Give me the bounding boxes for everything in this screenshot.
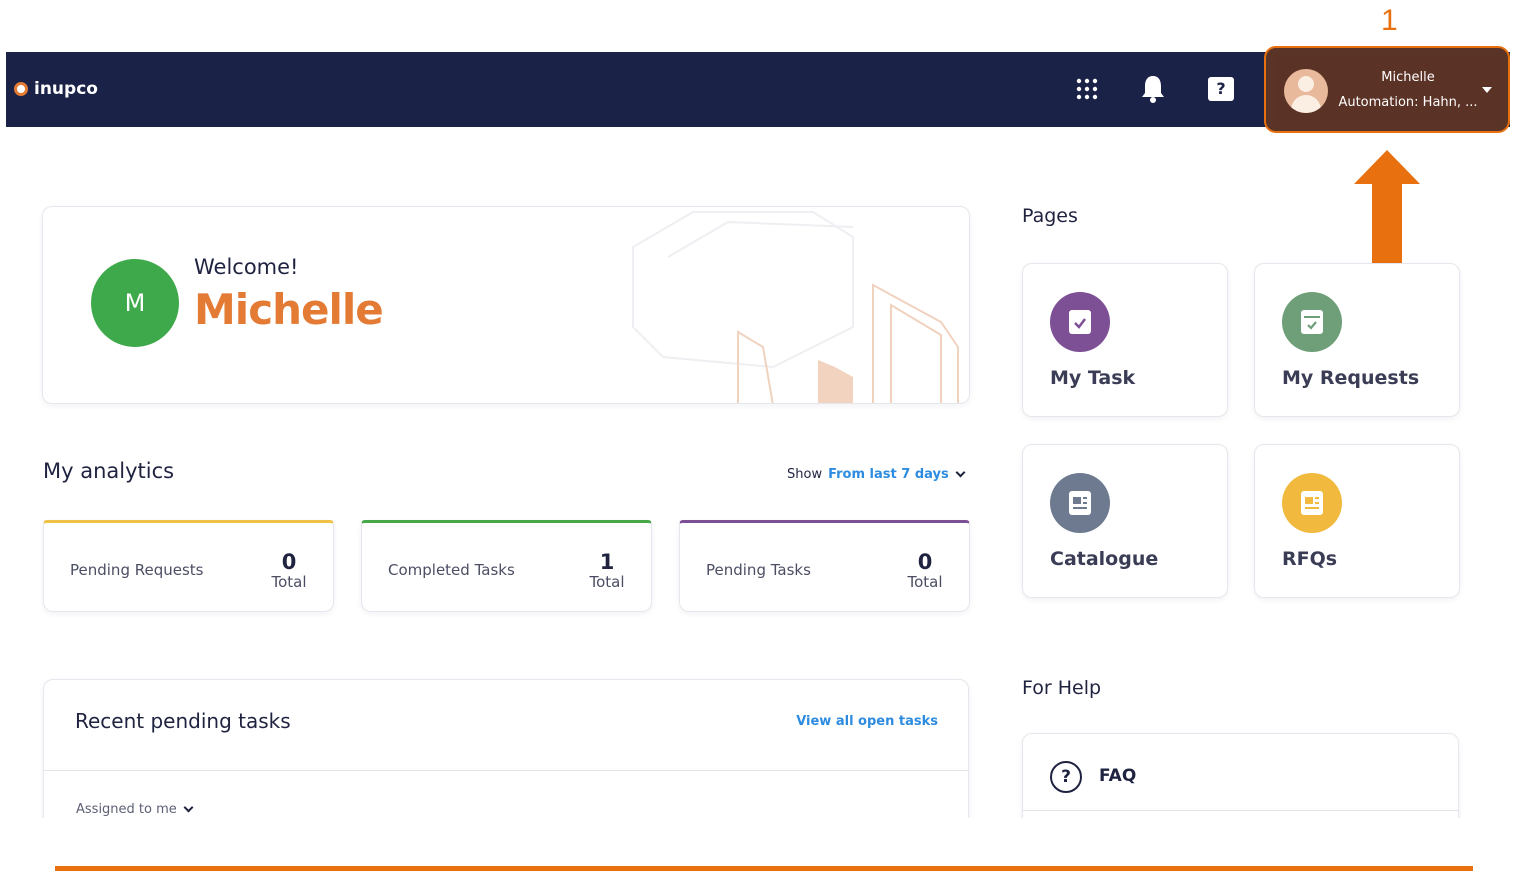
logo-text: inupco bbox=[34, 79, 98, 99]
welcome-greeting: Welcome! bbox=[194, 255, 299, 279]
stat-total-label: Total bbox=[589, 573, 625, 591]
logo-mark-icon bbox=[14, 82, 28, 96]
welcome-avatar: M bbox=[91, 259, 179, 347]
analytics-title: My analytics bbox=[43, 459, 175, 483]
pages-title: Pages bbox=[1022, 205, 1078, 227]
page-card-my-task[interactable]: My Task bbox=[1022, 263, 1228, 417]
stat-card-completed-tasks[interactable]: Completed Tasks 1 Total bbox=[361, 520, 652, 612]
stat-value: 0 bbox=[281, 550, 297, 574]
page-card-catalogue[interactable]: Catalogue bbox=[1022, 444, 1228, 598]
range-label[interactable]: From last 7 days bbox=[828, 467, 949, 482]
stat-total-label: Total bbox=[907, 573, 943, 591]
analytics-range-selector[interactable]: Show From last 7 days bbox=[787, 467, 966, 482]
stat-value: 0 bbox=[917, 550, 933, 574]
annotation-arrow-icon bbox=[1354, 150, 1420, 280]
divider bbox=[1023, 810, 1458, 811]
welcome-name: Michelle bbox=[194, 285, 384, 334]
annotation-rule bbox=[55, 866, 1473, 871]
user-role: Automation: Hahn, ... bbox=[1338, 95, 1478, 110]
rfq-icon bbox=[1282, 473, 1342, 533]
page-card-my-requests[interactable]: My Requests bbox=[1254, 263, 1460, 417]
help-glyph: ? bbox=[1208, 77, 1234, 101]
assigned-filter-label: Assigned to me bbox=[76, 802, 177, 817]
annotation-step-number: 1 bbox=[1381, 4, 1398, 37]
stat-label: Pending Requests bbox=[70, 561, 204, 579]
help-title: For Help bbox=[1022, 677, 1102, 699]
chevron-down-icon[interactable] bbox=[1482, 87, 1492, 93]
user-name: Michelle bbox=[1381, 70, 1435, 85]
user-menu[interactable]: Michelle Automation: Hahn, ... bbox=[1274, 54, 1500, 127]
help-icon[interactable]: ? bbox=[1206, 74, 1236, 104]
stat-card-pending-requests[interactable]: Pending Requests 0 Total bbox=[43, 520, 334, 612]
stat-label: Completed Tasks bbox=[388, 561, 515, 579]
inupco-logo[interactable]: inupco bbox=[14, 79, 98, 99]
stat-total-label: Total bbox=[271, 573, 307, 591]
user-menu-highlight: Michelle Automation: Hahn, ... bbox=[1264, 46, 1510, 133]
recent-title: Recent pending tasks bbox=[75, 709, 291, 733]
decorative-building-graphic bbox=[632, 211, 959, 403]
view-all-open-tasks-link[interactable]: View all open tasks bbox=[796, 714, 938, 729]
user-avatar bbox=[1284, 69, 1328, 113]
task-icon bbox=[1050, 292, 1110, 352]
stat-label: Pending Tasks bbox=[706, 561, 811, 579]
stat-value: 1 bbox=[599, 550, 615, 574]
apps-grid-icon[interactable] bbox=[1072, 74, 1102, 104]
chevron-down-icon[interactable] bbox=[955, 467, 966, 478]
page-label: My Task bbox=[1050, 367, 1136, 389]
divider bbox=[44, 770, 968, 771]
page-card-rfqs[interactable]: RFQs bbox=[1254, 444, 1460, 598]
page-label: My Requests bbox=[1282, 367, 1420, 389]
catalogue-icon bbox=[1050, 473, 1110, 533]
page-label: Catalogue bbox=[1050, 548, 1159, 570]
chevron-down-icon[interactable] bbox=[183, 802, 194, 813]
welcome-card: M Welcome! Michelle bbox=[42, 206, 970, 404]
question-circle-icon: ? bbox=[1050, 761, 1082, 793]
show-label: Show bbox=[787, 467, 823, 482]
page-label: RFQs bbox=[1282, 548, 1338, 570]
assigned-filter[interactable]: Assigned to me bbox=[76, 802, 194, 817]
stat-card-pending-tasks[interactable]: Pending Tasks 0 Total bbox=[679, 520, 970, 612]
requests-icon bbox=[1282, 292, 1342, 352]
bell-icon[interactable] bbox=[1138, 74, 1168, 104]
faq-label: FAQ bbox=[1099, 766, 1137, 786]
